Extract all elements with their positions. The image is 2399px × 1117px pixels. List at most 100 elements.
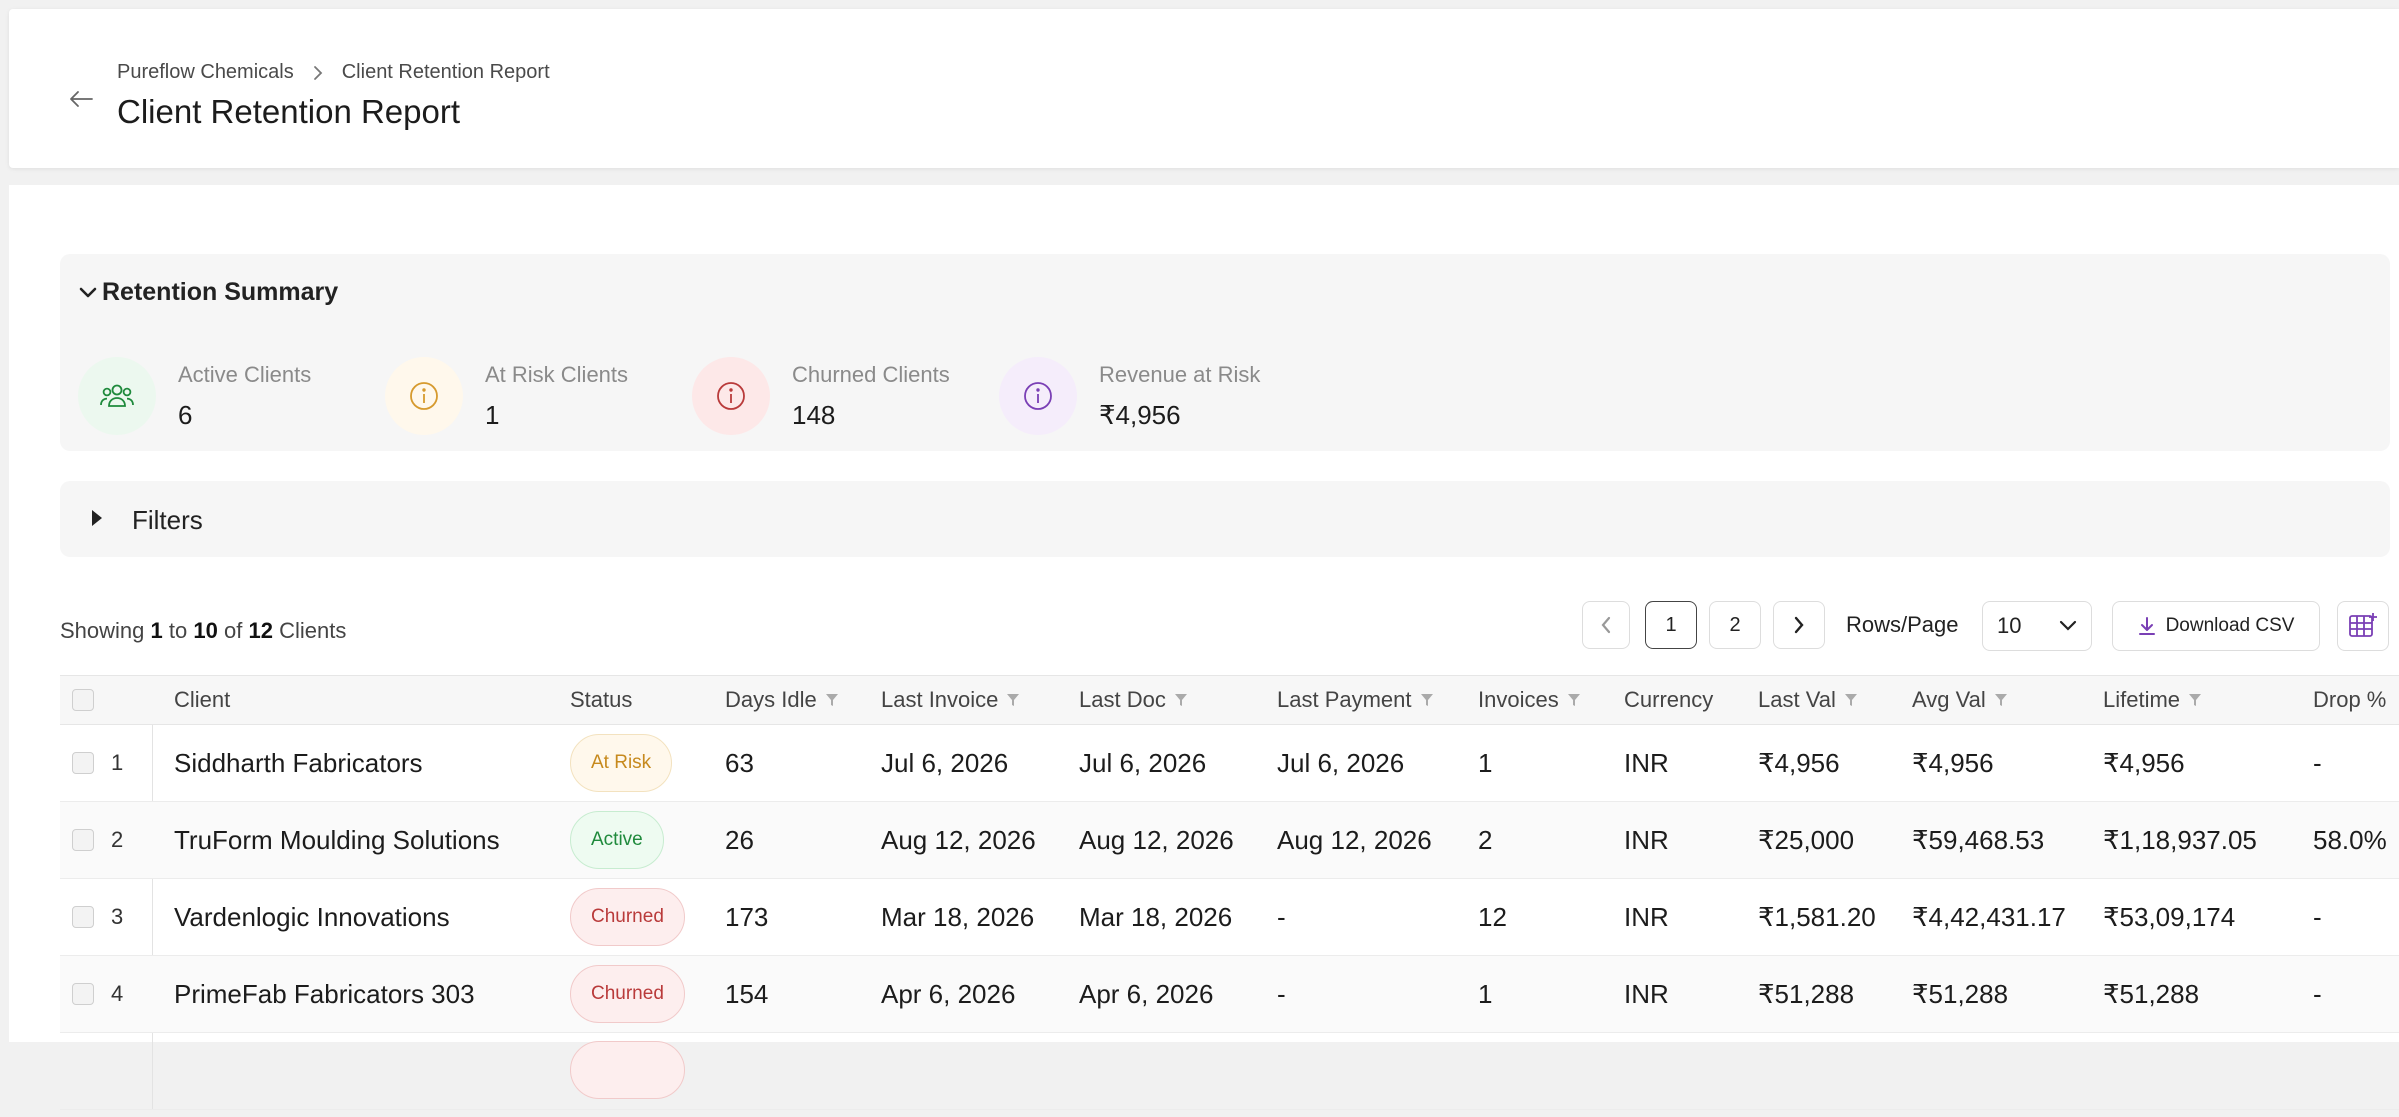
column-invoices[interactable]: Invoices bbox=[1478, 676, 1581, 724]
table-row[interactable]: 4 PrimeFab Fabricators 303 Churned 154 A… bbox=[60, 956, 2399, 1033]
client-name[interactable]: PrimeFab Fabricators 303 bbox=[174, 956, 475, 1032]
retention-summary-title: Retention Summary bbox=[102, 278, 339, 306]
breadcrumb-item-current: Client Retention Report bbox=[341, 61, 550, 83]
last-payment-cell: Aug 12, 2026 bbox=[1277, 824, 1432, 855]
days-idle-cell: 173 bbox=[725, 901, 769, 932]
status-badge: At Risk bbox=[570, 734, 673, 792]
filters-toggle[interactable]: Filters bbox=[60, 481, 2390, 557]
rows-per-page-value: 10 bbox=[1997, 613, 2022, 638]
stat-label: Revenue at Risk bbox=[1099, 361, 1261, 387]
last-doc-cell: Jul 6, 2026 bbox=[1079, 747, 1207, 778]
drop-pct-cell: - bbox=[2313, 901, 2322, 932]
stat-label: Active Clients bbox=[178, 361, 312, 387]
drop-pct-cell: - bbox=[2313, 747, 2322, 778]
avg-val-cell: ₹4,956 bbox=[1912, 747, 1994, 778]
status-badge: Churned bbox=[570, 888, 685, 946]
filter-icon bbox=[1567, 694, 1580, 706]
table-row[interactable]: 3 Vardenlogic Innovations Churned 173 Ma… bbox=[60, 879, 2399, 956]
client-name[interactable]: TruForm Moulding Solutions bbox=[174, 802, 500, 878]
info-icon bbox=[692, 357, 770, 435]
table-header: Client Status Days Idle Last Invoice Las… bbox=[60, 675, 2399, 725]
stat-label: Churned Clients bbox=[792, 361, 950, 387]
last-payment-cell: - bbox=[1277, 978, 1286, 1009]
row-number: 4 bbox=[111, 981, 124, 1006]
main-content: Retention Summary Active Clients 6 At Ri… bbox=[9, 185, 2399, 1110]
column-lifetime[interactable]: Lifetime bbox=[2103, 676, 2202, 724]
row-checkbox[interactable] bbox=[72, 983, 94, 1005]
stat-revenue-at-risk: Revenue at Risk ₹4,956 bbox=[999, 357, 1260, 435]
page-2-button[interactable]: 2 bbox=[1709, 601, 1761, 649]
column-avg-val[interactable]: Avg Val bbox=[1912, 676, 2008, 724]
stat-at-risk-clients: At Risk Clients 1 bbox=[385, 357, 628, 435]
column-client[interactable]: Client bbox=[174, 676, 230, 724]
status-badge: Churned bbox=[570, 965, 685, 1023]
caret-right-icon bbox=[92, 510, 102, 526]
table-row[interactable]: Churned bbox=[60, 1033, 2399, 1110]
page-1-button[interactable]: 1 bbox=[1645, 601, 1697, 649]
last-val-cell: ₹51,288 bbox=[1758, 978, 1855, 1009]
rows-per-page-select[interactable]: 10 bbox=[1982, 601, 2092, 651]
currency-cell: INR bbox=[1624, 978, 1669, 1009]
filter-icon bbox=[1007, 694, 1020, 706]
lifetime-cell: ₹1,18,937.05 bbox=[2103, 824, 2257, 855]
days-idle-cell: 63 bbox=[725, 747, 754, 778]
table-columns-icon bbox=[2349, 613, 2377, 637]
rows-per-page-label: Rows/Page bbox=[1846, 612, 1959, 637]
next-page-button[interactable] bbox=[1773, 601, 1825, 649]
avg-val-cell: ₹59,468.53 bbox=[1912, 824, 2045, 855]
arrow-left-icon bbox=[70, 91, 93, 107]
currency-cell: INR bbox=[1624, 824, 1669, 855]
chevron-right-icon bbox=[312, 65, 324, 81]
column-currency[interactable]: Currency bbox=[1624, 676, 1713, 724]
chevron-right-icon bbox=[1794, 616, 1804, 634]
avg-val-cell: ₹51,288 bbox=[1912, 978, 2009, 1009]
row-checkbox[interactable] bbox=[72, 752, 94, 774]
status-badge: Active bbox=[570, 811, 664, 869]
filter-icon bbox=[1844, 694, 1857, 706]
breadcrumb: Pureflow Chemicals Client Retention Repo… bbox=[117, 61, 550, 84]
row-number: 3 bbox=[111, 904, 124, 929]
retention-summary-toggle[interactable]: Retention Summary bbox=[78, 278, 338, 307]
stat-label: At Risk Clients bbox=[485, 361, 629, 387]
row-checkbox[interactable] bbox=[72, 906, 94, 928]
last-invoice-cell: Apr 6, 2026 bbox=[881, 978, 1016, 1009]
last-invoice-cell: Aug 12, 2026 bbox=[881, 824, 1036, 855]
download-csv-button[interactable]: Download CSV bbox=[2112, 601, 2320, 651]
drop-pct-cell: 58.0% bbox=[2313, 824, 2387, 855]
column-settings-button[interactable] bbox=[2337, 601, 2389, 651]
table-row[interactable]: 2 TruForm Moulding Solutions Active 26 A… bbox=[60, 802, 2399, 879]
page-header: Pureflow Chemicals Client Retention Repo… bbox=[9, 9, 2399, 168]
column-drop-pct[interactable]: Drop % bbox=[2313, 676, 2386, 724]
download-csv-label: Download CSV bbox=[2165, 615, 2295, 636]
last-doc-cell: Aug 12, 2026 bbox=[1079, 824, 1234, 855]
client-name[interactable]: Vardenlogic Innovations bbox=[174, 879, 450, 955]
client-name[interactable]: Siddharth Fabricators bbox=[174, 725, 423, 801]
last-payment-cell: Jul 6, 2026 bbox=[1277, 747, 1405, 778]
chevron-down-icon bbox=[79, 287, 97, 297]
column-last-doc[interactable]: Last Doc bbox=[1079, 676, 1188, 724]
info-icon bbox=[999, 357, 1077, 435]
column-status[interactable]: Status bbox=[570, 676, 632, 724]
stat-value: 1 bbox=[485, 399, 500, 430]
days-idle-cell: 154 bbox=[725, 978, 769, 1009]
stat-value: 6 bbox=[178, 399, 193, 430]
column-last-invoice[interactable]: Last Invoice bbox=[881, 676, 1020, 724]
column-days-idle[interactable]: Days Idle bbox=[725, 676, 839, 724]
prev-page-button[interactable] bbox=[1582, 601, 1630, 649]
last-doc-cell: Mar 18, 2026 bbox=[1079, 901, 1233, 932]
table-row[interactable]: 1 Siddharth Fabricators At Risk 63 Jul 6… bbox=[60, 725, 2399, 802]
lifetime-cell: ₹53,09,174 bbox=[2103, 901, 2236, 932]
row-number: 1 bbox=[111, 750, 124, 775]
avg-val-cell: ₹4,42,431.17 bbox=[1912, 901, 2066, 932]
back-button[interactable] bbox=[59, 82, 103, 116]
column-last-val[interactable]: Last Val bbox=[1758, 676, 1858, 724]
breadcrumb-item-company[interactable]: Pureflow Chemicals bbox=[117, 61, 294, 84]
row-checkbox[interactable] bbox=[72, 829, 94, 851]
invoices-cell: 2 bbox=[1478, 824, 1493, 855]
currency-cell: INR bbox=[1624, 901, 1669, 932]
last-val-cell: ₹25,000 bbox=[1758, 824, 1855, 855]
last-payment-cell: - bbox=[1277, 901, 1286, 932]
column-last-payment[interactable]: Last Payment bbox=[1277, 676, 1434, 724]
last-invoice-cell: Mar 18, 2026 bbox=[881, 901, 1035, 932]
select-all-checkbox[interactable] bbox=[72, 689, 94, 711]
